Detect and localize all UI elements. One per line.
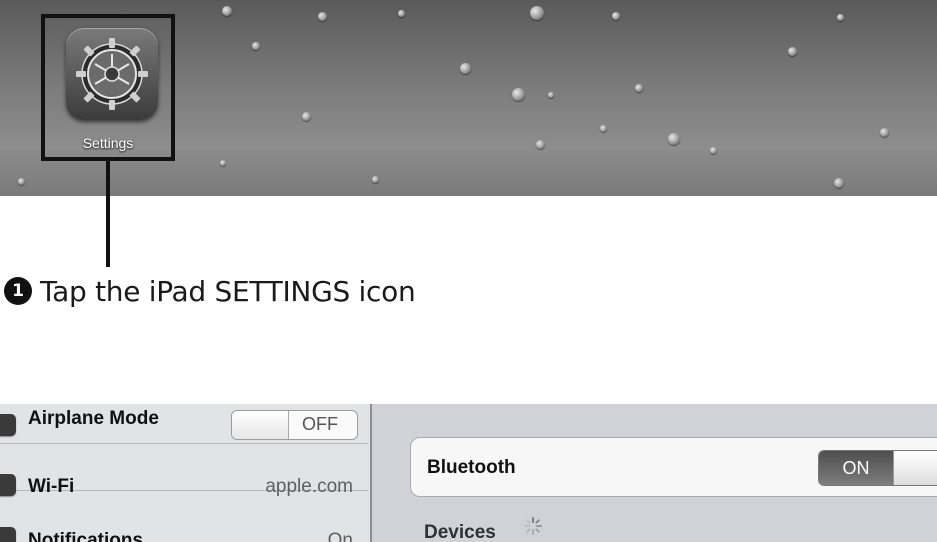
sidebar-item-value: On [327, 530, 353, 542]
water-drop [372, 176, 379, 183]
toggle-knob [232, 411, 289, 439]
water-drop [318, 12, 327, 21]
water-drop [837, 14, 844, 21]
water-drop [302, 112, 311, 121]
devices-section-label: Devices [424, 522, 496, 542]
water-drop [460, 63, 471, 74]
bluetooth-detail-pane: Bluetooth ON Devices [372, 404, 937, 542]
sidebar-item-notifications[interactable]: Notifications On [0, 490, 368, 542]
sidebar-item-wifi[interactable]: Wi-Fi apple.com [0, 443, 368, 497]
bluetooth-row: Bluetooth ON [410, 437, 937, 497]
sidebar-item-airplane-mode[interactable]: Airplane Mode OFF [0, 404, 368, 444]
water-drop [635, 84, 643, 92]
water-drop [880, 128, 889, 137]
notifications-icon [0, 527, 16, 542]
instruction-text: Tap the iPad SETTINGS icon [40, 274, 416, 308]
water-drop [710, 147, 717, 154]
toggle-value: OFF [302, 414, 338, 434]
sidebar-item-label: Airplane Mode [28, 408, 159, 429]
settings-screen: Airplane Mode OFF Wi-Fi apple.com Notifi… [0, 404, 937, 542]
water-drop [536, 140, 545, 149]
water-drop [788, 47, 797, 56]
sidebar-item-label: Notifications [28, 530, 144, 542]
bluetooth-toggle[interactable]: ON [818, 450, 937, 486]
settings-app-icon[interactable] [66, 28, 158, 120]
water-drop [600, 125, 607, 132]
loading-spinner-icon [524, 517, 542, 535]
settings-app-label: Settings [82, 135, 134, 151]
water-drop [668, 133, 680, 145]
water-drop [220, 160, 226, 166]
toggle-on-label: ON [819, 451, 893, 485]
water-drop [222, 6, 232, 16]
callout-line [106, 161, 110, 267]
toggle-knob [893, 451, 937, 485]
water-drop [512, 88, 525, 101]
step-number-badge: 1 [4, 277, 32, 305]
airplane-icon [0, 414, 16, 436]
water-drop [398, 10, 405, 17]
water-drop [252, 42, 260, 50]
water-drop [612, 12, 620, 20]
airplane-mode-toggle[interactable]: OFF [231, 410, 358, 440]
instruction-callout: 1 Tap the iPad SETTINGS icon [4, 272, 416, 310]
water-drop [18, 178, 25, 185]
water-drop [530, 6, 544, 20]
water-drop [548, 92, 554, 98]
settings-gear-icon [76, 38, 148, 110]
bluetooth-label: Bluetooth [427, 457, 516, 478]
water-drop [834, 178, 844, 188]
settings-sidebar: Airplane Mode OFF Wi-Fi apple.com Notifi… [0, 404, 372, 542]
